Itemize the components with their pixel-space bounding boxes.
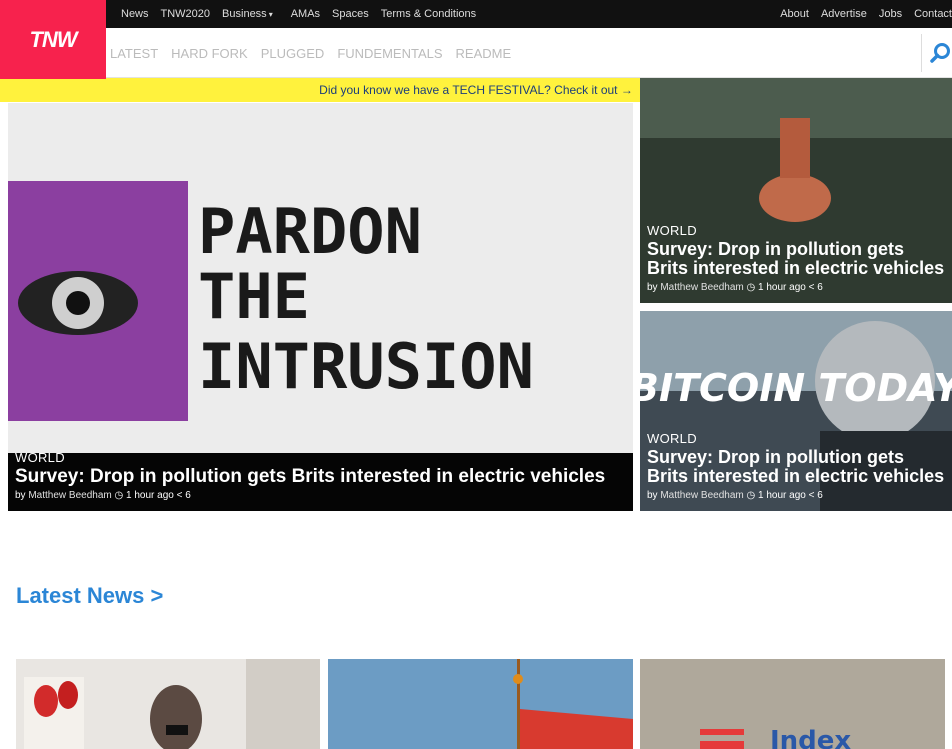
top-link-about[interactable]: About (780, 8, 809, 20)
nav-divider (921, 34, 922, 72)
top-link-spaces[interactable]: Spaces (332, 8, 369, 20)
hero-article-card[interactable]: PARDON THE INTRUSION WORLD Survey: Drop … (8, 103, 633, 511)
side2-category[interactable]: WORLD (647, 431, 945, 446)
tnw-logo[interactable]: TNW (0, 0, 106, 79)
top-link-business-label: Business (222, 8, 267, 20)
main-nav: LATEST HARD FORK PLUGGED FUNDEMENTALS RE… (0, 28, 952, 78)
top-link-jobs[interactable]: Jobs (879, 8, 902, 20)
hero-image-text-3: INTRUSION (198, 330, 534, 403)
side-article-card-2[interactable]: BITCOIN TODAY WORLD Survey: Drop in poll… (640, 311, 952, 511)
hero-category[interactable]: WORLD (15, 450, 626, 465)
side2-image-text: BITCOIN TODAY (640, 366, 952, 410)
side2-title[interactable]: Survey: Drop in pollution gets Brits int… (647, 448, 945, 486)
share-icon: < (176, 490, 183, 501)
side1-title[interactable]: Survey: Drop in pollution gets Brits int… (647, 240, 945, 278)
share-icon: < (808, 282, 815, 293)
latest-thumb-3[interactable]: Index (640, 659, 945, 749)
side1-author[interactable]: Matthew Beedham (660, 282, 743, 293)
latest-thumb-2[interactable] (328, 659, 633, 749)
caret-down-icon: ▾ (268, 10, 273, 19)
side1-category[interactable]: WORLD (647, 223, 945, 238)
side-article-card-1[interactable]: WORLD Survey: Drop in pollution gets Bri… (640, 78, 952, 303)
hero-author[interactable]: Matthew Beedham (28, 490, 111, 501)
side2-time: 1 hour ago (758, 490, 806, 501)
top-link-business[interactable]: Business ▾ (222, 8, 279, 20)
nav-item-hard-fork[interactable]: HARD FORK (171, 46, 248, 61)
latest-thumb-1[interactable] (16, 659, 320, 749)
top-links: News TNW2020 Business ▾ AMAs Spaces Terms… (115, 0, 482, 28)
top-links-right: About Advertise Jobs Contact (774, 0, 952, 28)
nav-items: LATEST HARD FORK PLUGGED FUNDEMENTALS RE… (110, 28, 524, 78)
nav-item-latest[interactable]: LATEST (110, 46, 158, 61)
top-link-contact[interactable]: Contact (914, 8, 952, 20)
share-icon: < (808, 490, 815, 501)
nav-item-readme[interactable]: README (456, 46, 512, 61)
hero-meta: by Matthew Beedham ◷ 1 hour ago < 6 (15, 490, 626, 501)
search-icon[interactable] (930, 42, 952, 64)
side2-author-prefix: by (647, 490, 658, 501)
top-link-news[interactable]: News (121, 8, 149, 20)
latest-thumb-3-image-text: Index (770, 726, 851, 749)
top-link-amas[interactable]: AMAs (291, 8, 320, 20)
hero-title[interactable]: Survey: Drop in pollution gets Brits int… (15, 467, 626, 486)
side1-author-prefix: by (647, 282, 658, 293)
side1-overlay: WORLD Survey: Drop in pollution gets Bri… (647, 223, 945, 293)
clock-icon: ◷ (746, 282, 756, 293)
hero-shares: 6 (185, 490, 191, 501)
clock-icon: ◷ (114, 490, 124, 501)
top-link-terms[interactable]: Terms & Conditions (381, 8, 476, 20)
side1-meta: by Matthew Beedham ◷ 1 hour ago < 6 (647, 282, 945, 293)
nav-item-plugged[interactable]: PLUGGED (261, 46, 325, 61)
top-link-tnw2020[interactable]: TNW2020 (161, 8, 211, 20)
hero-overlay: WORLD Survey: Drop in pollution gets Bri… (15, 450, 626, 501)
hero-time: 1 hour ago (126, 490, 174, 501)
logo-text: TNW (29, 26, 77, 52)
side2-meta: by Matthew Beedham ◷ 1 hour ago < 6 (647, 490, 945, 501)
side2-author[interactable]: Matthew Beedham (660, 490, 743, 501)
hero-image-text-2: THE (198, 260, 310, 333)
latest-thumb-2-image (328, 659, 633, 749)
clock-icon: ◷ (746, 490, 756, 501)
nav-item-fundementals[interactable]: FUNDEMENTALS (337, 46, 442, 61)
side2-overlay: WORLD Survey: Drop in pollution gets Bri… (647, 431, 945, 501)
top-link-advertise[interactable]: Advertise (821, 8, 867, 20)
promo-text: Did you know we have a TECH FESTIVAL? Ch… (319, 83, 633, 97)
latest-thumb-3-image: Index (640, 659, 945, 749)
top-bar: News TNW2020 Business ▾ AMAs Spaces Terms… (0, 0, 952, 28)
side2-shares: 6 (817, 490, 823, 501)
side1-shares: 6 (817, 282, 823, 293)
latest-news-heading[interactable]: Latest News > (16, 583, 163, 609)
hero-author-prefix: by (15, 490, 26, 501)
latest-thumb-1-image (16, 659, 320, 749)
hero-image-text-1: PARDON (198, 195, 422, 268)
side1-time: 1 hour ago (758, 282, 806, 293)
